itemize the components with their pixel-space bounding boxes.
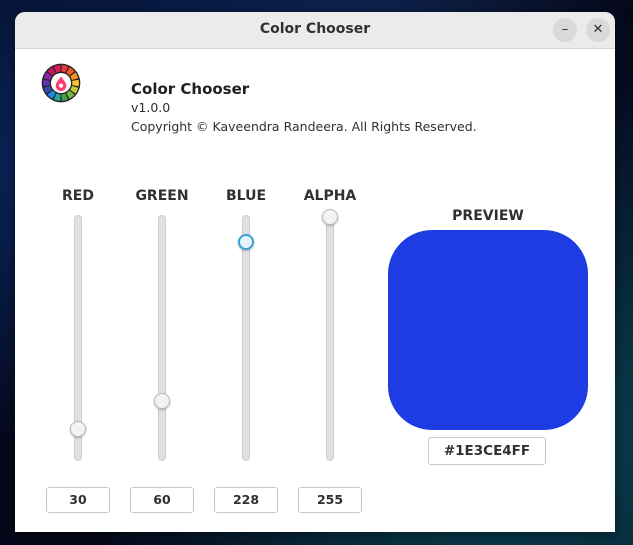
color-wheel-drop-icon [41,63,81,103]
blue-value-field[interactable]: 228 [214,487,278,513]
alpha-slider-thumb[interactable] [322,209,338,225]
minimize-icon[interactable]: – [553,18,577,42]
green-label: GREEN [135,188,189,204]
window-title: Color Chooser [259,21,371,37]
app-window: Color Chooser – ✕ Color Chooser v1.0.0 C… [15,12,615,532]
blue-slider-thumb[interactable] [238,234,254,251]
app-version: v1.0.0 [131,100,171,115]
alpha-label: ALPHA [303,188,357,204]
close-icon[interactable]: ✕ [586,18,610,42]
green-value-field[interactable]: 60 [130,487,194,513]
hex-value-field[interactable]: #1E3CE4FF [428,437,546,465]
title-bar[interactable]: Color Chooser – ✕ [15,12,615,49]
blue-slider-track[interactable] [242,215,250,461]
alpha-value-field[interactable]: 255 [298,487,362,513]
green-slider-thumb[interactable] [154,392,170,409]
alpha-slider-track[interactable] [326,215,334,461]
green-slider-track[interactable] [158,215,166,461]
app-name: Color Chooser [131,80,250,98]
color-preview-swatch [388,230,588,430]
preview-label: PREVIEW [452,208,524,224]
red-label: RED [62,188,94,204]
blue-label: BLUE [225,188,267,204]
red-value-field[interactable]: 30 [46,487,110,513]
app-copyright: Copyright © Kaveendra Randeera. All Righ… [131,119,477,134]
red-slider-thumb[interactable] [70,420,86,437]
